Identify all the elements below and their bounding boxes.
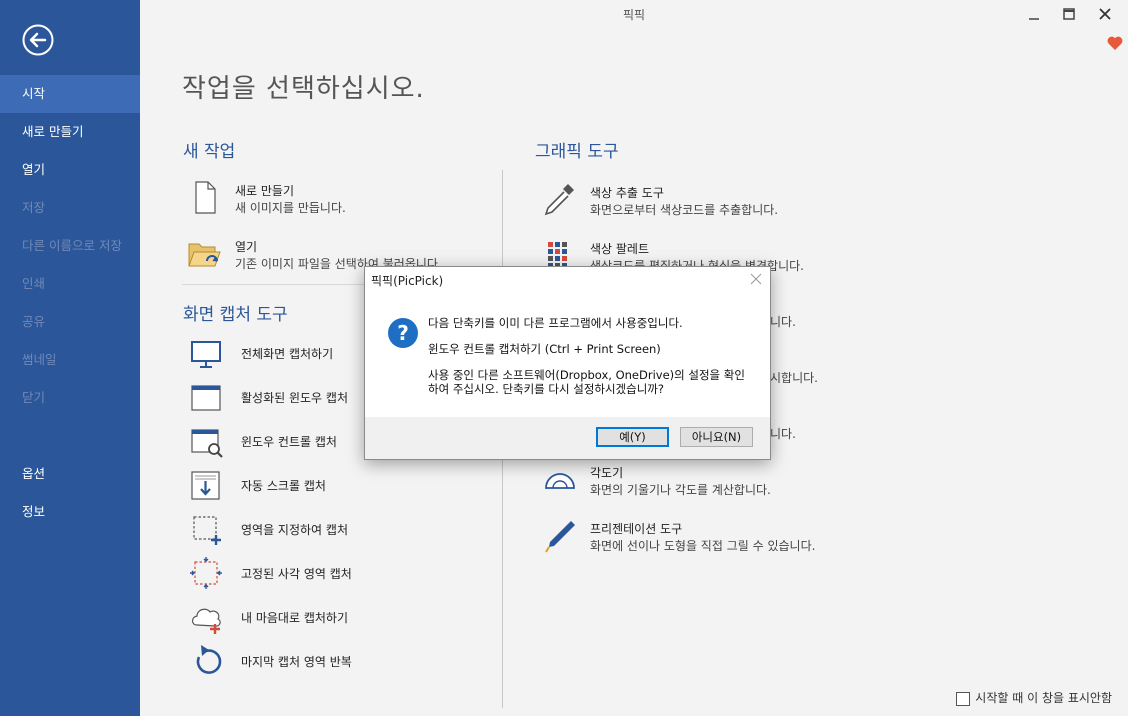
scroll-icon — [191, 471, 220, 500]
sidebar-item-save: 저장 — [22, 200, 46, 215]
capture-repeat-item[interactable]: 마지막 캡처 영역 반복 — [189, 641, 479, 681]
freehand-icon — [191, 608, 221, 634]
item-label: 열기 — [235, 240, 258, 254]
minimize-icon[interactable] — [1022, 4, 1046, 26]
item-desc: 니다. — [770, 315, 796, 329]
color-picker-item[interactable]: 색상 추출 도구 화면으로부터 색상코드를 추출합니다. — [538, 180, 868, 220]
item-label: 내 마음대로 캡처하기 — [241, 611, 348, 625]
sidebar-item-close: 닫기 — [22, 390, 46, 405]
checkbox-label: 시작할 때 이 창을 표시안함 — [975, 691, 1112, 705]
yes-button[interactable]: 예(Y) — [596, 427, 669, 447]
fixed-region-icon — [190, 557, 222, 589]
dialog-message-line1: 다음 단축키를 이미 다른 프로그램에서 사용중입니다. — [428, 316, 683, 330]
item-label: 색상 추출 도구 — [590, 186, 664, 200]
window-icon — [191, 385, 221, 411]
dialog-close-icon[interactable] — [750, 273, 762, 285]
item-label: 새로 만들기 — [235, 184, 295, 198]
sidebar-item-thumbnail: 썸네일 — [22, 352, 57, 367]
dialog-message-line2: 윈도우 컨트롤 캡처하기 (Ctrl + Print Screen) — [428, 342, 661, 356]
item-label: 자동 스크롤 캡처 — [241, 479, 326, 493]
capture-region-item[interactable]: 영역을 지정하여 캡처 — [189, 509, 479, 549]
item-label: 영역을 지정하여 캡처 — [241, 523, 348, 537]
new-file-item[interactable]: 새로 만들기 새 이미지를 만듭니다. — [183, 178, 483, 218]
sidebar-item-options[interactable]: 옵션 — [0, 455, 140, 493]
no-button[interactable]: 아니요(N) — [680, 427, 753, 447]
region-icon — [193, 516, 221, 545]
item-label: 전체화면 캡처하기 — [241, 347, 334, 361]
eyedropper-icon — [544, 184, 574, 216]
item-desc: 화면으로부터 색상코드를 추출합니다. — [590, 203, 779, 217]
item-label: 고정된 사각 영역 캡처 — [241, 567, 352, 581]
question-icon: ? — [388, 318, 418, 348]
back-arrow-icon[interactable] — [22, 24, 54, 56]
window-title: 픽픽 — [622, 8, 646, 22]
dialog-message-line4: 하여 주십시오. 단축키를 다시 설정하시겠습니까? — [428, 382, 664, 396]
sidebar-item-print: 인쇄 — [22, 276, 46, 291]
item-desc: 새 이미지를 만듭니다. — [235, 201, 346, 215]
heart-icon[interactable] — [1106, 34, 1124, 52]
protractor-icon — [545, 473, 575, 489]
item-label: 활성화된 윈도우 캡처 — [241, 391, 348, 405]
item-label: 마지막 캡처 영역 반복 — [241, 655, 352, 669]
capture-scroll-item[interactable]: 자동 스크롤 캡처 — [189, 465, 479, 505]
sidebar-item-share: 공유 — [22, 314, 46, 329]
sidebar-item-start[interactable]: 시작 — [0, 75, 140, 113]
capture-tools-title: 화면 캡처 도구 — [183, 305, 288, 325]
window-control-icon — [191, 429, 223, 458]
close-icon[interactable] — [1093, 4, 1117, 26]
capture-fixed-region-item[interactable]: 고정된 사각 영역 캡처 — [189, 553, 479, 593]
maximize-icon[interactable] — [1057, 4, 1081, 26]
checkbox-box[interactable] — [956, 691, 971, 706]
sidebar-item-about[interactable]: 정보 — [0, 493, 140, 531]
item-label: 프리젠테이션 도구 — [590, 522, 683, 536]
protractor-item[interactable]: 각도기 화면의 기울기나 각도를 계산합니다. — [538, 460, 868, 500]
dialog-title: 픽픽(PicPick) — [371, 274, 444, 288]
item-label: 색상 팔레트 — [590, 242, 650, 256]
item-label: 각도기 — [590, 466, 624, 480]
startup-checkbox[interactable]: 시작할 때 이 창을 표시안함 — [956, 689, 1112, 706]
monitor-icon — [191, 341, 221, 368]
sidebar-item-open[interactable]: 열기 — [0, 151, 140, 189]
presentation-tool-item[interactable]: 프리젠테이션 도구 화면에 선이나 도형을 직접 그릴 수 있습니다. — [538, 516, 868, 556]
pen-icon — [545, 521, 575, 553]
new-file-icon — [195, 181, 216, 214]
dialog-footer: 예(Y) 아니요(N) — [365, 417, 770, 459]
open-folder-icon — [188, 243, 221, 267]
capture-freehand-item[interactable]: 내 마음대로 캡처하기 — [189, 597, 479, 637]
item-desc: 화면의 기울기나 각도를 계산합니다. — [590, 483, 771, 497]
graphic-tools-title: 그래픽 도구 — [535, 142, 619, 162]
new-task-title: 새 작업 — [183, 142, 236, 162]
item-label: 윈도우 컨트롤 캡처 — [241, 435, 337, 449]
repeat-icon — [196, 645, 222, 674]
svg-text:?: ? — [397, 321, 409, 345]
item-desc: 화면에 선이나 도형을 직접 그릴 수 있습니다. — [590, 539, 816, 553]
page-title: 작업을 선택하십시오. — [182, 74, 425, 104]
sidebar-item-new[interactable]: 새로 만들기 — [0, 113, 140, 151]
item-desc: 시합니다. — [770, 371, 818, 385]
sidebar-item-save-as: 다른 이름으로 저장 — [22, 238, 122, 253]
item-desc: 니다. — [770, 427, 796, 441]
sidebar: 시작 새로 만들기 열기 저장 다른 이름으로 저장 인쇄 공유 썸네일 닫기 … — [0, 0, 140, 716]
shortcut-conflict-dialog: 픽픽(PicPick) ? 다음 단축키를 이미 다른 프로그램에서 사용중입니… — [364, 266, 771, 460]
